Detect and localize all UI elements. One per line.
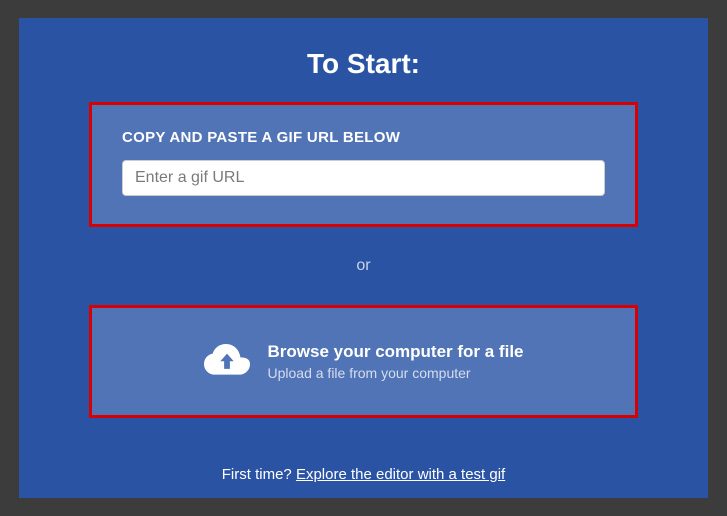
start-panel: To Start: COPY AND PASTE A GIF URL BELOW… — [19, 18, 708, 498]
browse-subtitle: Upload a file from your computer — [268, 365, 524, 381]
footer-text: First time? Explore the editor with a te… — [69, 466, 658, 483]
browse-title: Browse your computer for a file — [268, 342, 524, 362]
footer-prefix: First time? — [222, 466, 296, 483]
page-title: To Start: — [69, 48, 658, 80]
browse-text-group: Browse your computer for a file Upload a… — [268, 342, 524, 381]
browse-file-button[interactable]: Browse your computer for a file Upload a… — [89, 305, 638, 418]
url-section-label: COPY AND PASTE A GIF URL BELOW — [122, 129, 605, 146]
cloud-upload-icon — [204, 344, 250, 380]
or-separator: or — [69, 257, 658, 275]
test-gif-link[interactable]: Explore the editor with a test gif — [296, 466, 505, 483]
gif-url-input[interactable] — [122, 160, 605, 196]
url-input-section: COPY AND PASTE A GIF URL BELOW — [89, 102, 638, 227]
